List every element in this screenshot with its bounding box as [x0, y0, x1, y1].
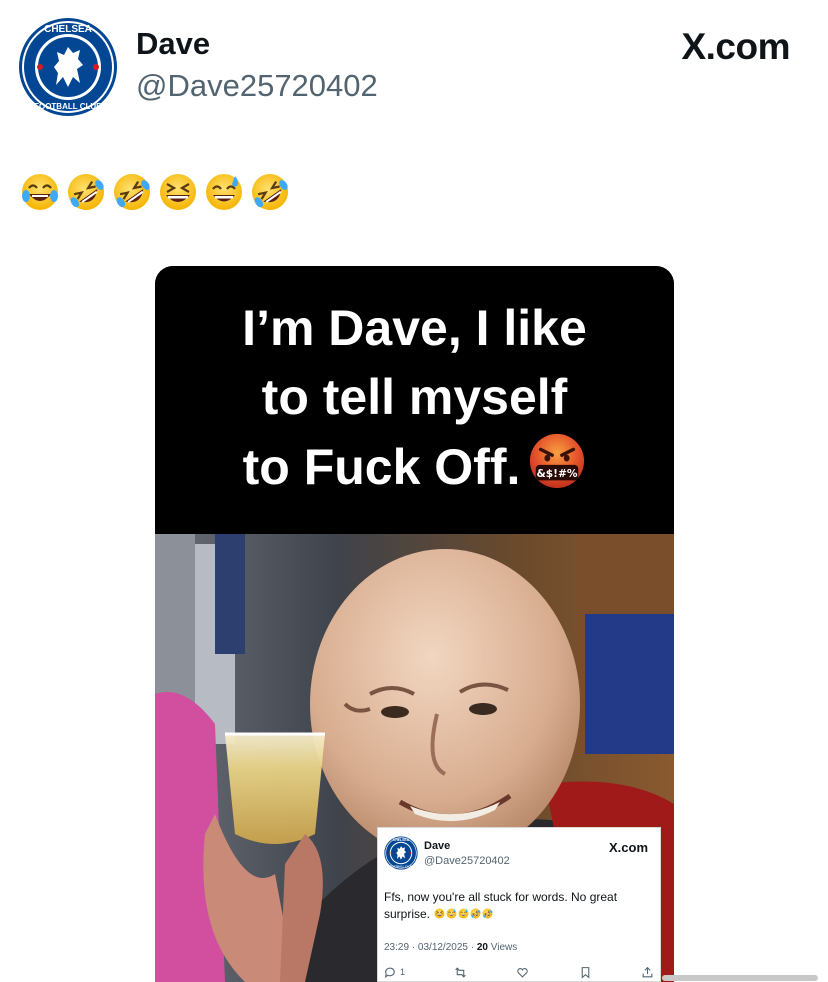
rage-symbols-text: &$!#%	[537, 467, 578, 480]
meme-caption: I’m Dave, I like to tell myself to Fuck …	[155, 266, 674, 536]
horizontal-scrollbar[interactable]	[662, 975, 818, 981]
face-with-symbols-on-mouth-icon: &$!#%	[530, 433, 585, 489]
quoted-post-body: Ffs, now you're all stuck for words. No …	[384, 890, 618, 921]
quoted-post-timestamp: 23:29 · 03/12/2025 ·	[384, 942, 477, 953]
quoted-post-x-brand-logo: X.com	[608, 840, 648, 855]
reply-button[interactable]: 1	[384, 966, 405, 979]
grinning-face-with-sweat-icon	[458, 908, 470, 919]
grinning-squinting-face-icon	[434, 908, 446, 919]
quoted-post-text: Ffs, now you're all stuck for words. No …	[384, 889, 654, 923]
meme-caption-text: to Fuck Off.	[242, 439, 521, 495]
grinning-face-with-sweat-icon	[446, 908, 458, 919]
share-button[interactable]	[641, 966, 654, 979]
meme-caption-line: to tell myself	[261, 369, 568, 425]
x-brand-logo: X.com	[681, 26, 790, 67]
meme-caption-line: I’m Dave, I like	[242, 300, 587, 356]
quoted-post-card[interactable]: Dave @Dave25720402 X.com Ffs, now you're…	[377, 827, 661, 982]
rolling-on-floor-laughing-icon	[482, 908, 494, 919]
quoted-post-author-handle[interactable]: @Dave25720402	[424, 855, 510, 867]
quoted-post-views-count: 20	[476, 942, 488, 953]
author-display-name[interactable]: Dave	[136, 26, 210, 62]
author-handle[interactable]: @Dave25720402	[136, 68, 378, 104]
repost-icon	[455, 966, 467, 978]
reply-count: 1	[400, 967, 406, 977]
heart-icon	[517, 967, 529, 978]
repost-button[interactable]	[454, 966, 467, 979]
share-icon	[642, 966, 653, 977]
post-text-emojis	[20, 172, 290, 218]
like-button[interactable]	[516, 966, 529, 979]
quoted-post-actions: 1	[384, 965, 654, 979]
bookmark-button[interactable]	[579, 966, 592, 979]
rolling-on-floor-laughing-icon	[470, 908, 482, 919]
quoted-post-meta: 23:29 · 03/12/2025 · 20 Views	[384, 942, 517, 953]
profile-avatar[interactable]	[18, 17, 118, 117]
quoted-post-views-label: Views	[487, 942, 518, 953]
meme-caption-line: to Fuck Off. &$!#%	[155, 432, 674, 502]
quoted-post-author-name[interactable]: Dave	[424, 840, 450, 852]
grinning-squinting-face-icon	[158, 172, 198, 212]
bookmark-icon	[581, 966, 590, 979]
grinning-face-with-sweat-icon	[204, 172, 244, 212]
quoted-post-avatar[interactable]	[384, 836, 418, 870]
face-with-tears-of-joy-icon	[20, 172, 60, 212]
rolling-on-floor-laughing-icon	[250, 172, 290, 212]
reply-icon	[384, 967, 395, 978]
rolling-on-floor-laughing-icon	[112, 172, 152, 212]
rolling-on-floor-laughing-icon	[66, 172, 106, 212]
